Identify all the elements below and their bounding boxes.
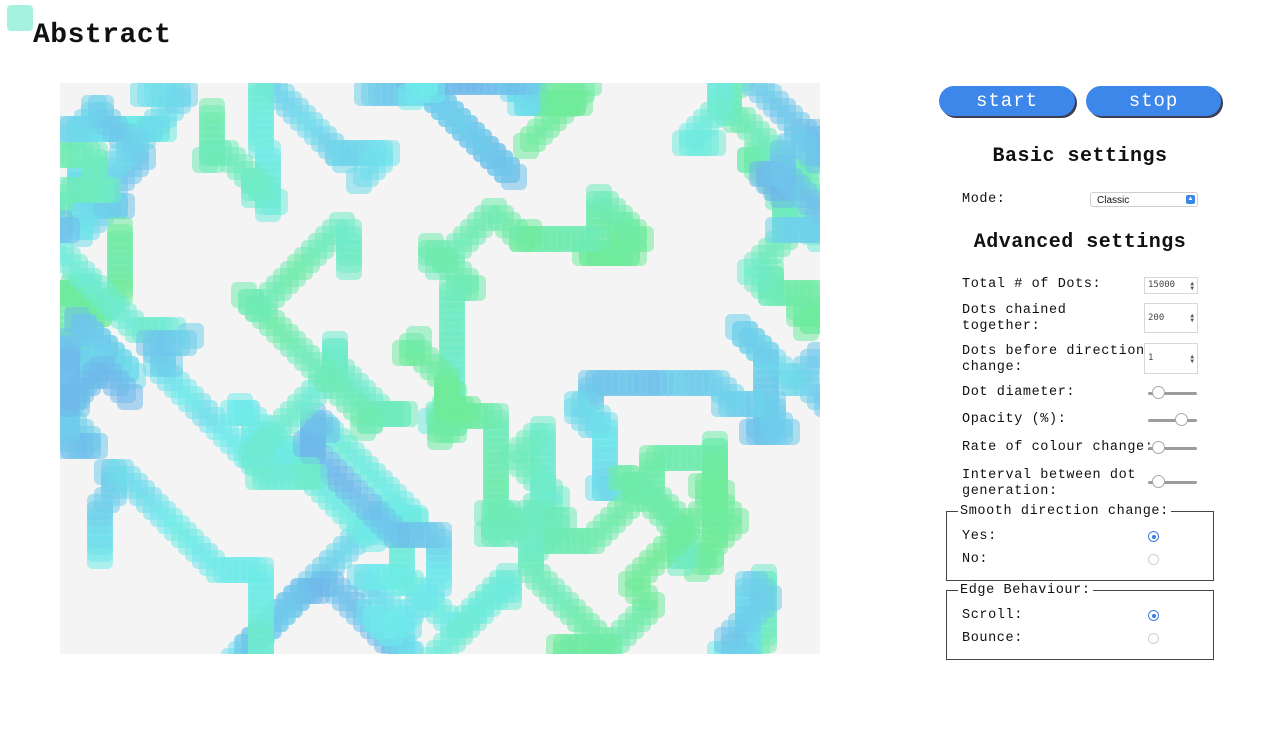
interval-slider[interactable] [1148,475,1197,488]
logo-icon [7,5,33,31]
spinner-icon[interactable]: ▲ ▼ [1190,353,1194,364]
interval-label-line1: Interval between dot [962,468,1137,483]
chained-label: Dots chained together: [962,303,1066,334]
slider-thumb[interactable] [1175,413,1188,426]
slider-thumb[interactable] [1152,386,1166,399]
spinner-icon[interactable]: ▲ ▼ [1190,280,1194,291]
smooth-no-label: No: [962,552,989,567]
stop-button[interactable]: stop [1086,86,1221,116]
diameter-slider[interactable] [1148,386,1197,399]
colour-rate-label: Rate of colour change: [962,440,1154,455]
direction-input[interactable]: 1 ▲ ▼ [1144,343,1198,374]
chained-value: 200 [1148,313,1165,323]
direction-label-line2: change: [962,359,1023,375]
edge-scroll-radio[interactable] [1148,610,1159,621]
direction-label-line1: Dots before direction [962,344,1145,359]
edge-scroll-label: Scroll: [962,608,1023,623]
diameter-label: Dot diameter: [962,385,1076,400]
slider-thumb[interactable] [1152,441,1166,454]
colour-rate-slider[interactable] [1148,441,1197,454]
edge-bounce-label: Bounce: [962,631,1023,646]
smooth-no-radio[interactable] [1148,554,1159,565]
interval-label: Interval between dot generation: [962,468,1136,499]
direction-value: 1 [1148,353,1154,363]
basic-settings-heading: Basic settings [992,145,1168,168]
interval-label-line2: generation: [962,483,1058,499]
opacity-label: Opacity (%): [962,412,1067,427]
smooth-yes-label: Yes: [962,529,997,544]
start-button[interactable]: start [939,86,1075,116]
smooth-direction-legend: Smooth direction change: [960,504,1169,519]
total-dots-value: 15000 [1148,280,1176,290]
drawing-canvas[interactable] [60,83,820,654]
mode-select-value: Classic [1097,195,1130,206]
advanced-settings-heading: Advanced settings [973,231,1187,254]
mode-label: Mode: [962,192,1006,207]
dots-artwork [60,83,820,654]
mode-select[interactable]: Classic ▲ [1090,192,1198,207]
page-title: Abstract [33,20,172,51]
edge-behaviour-legend: Edge Behaviour: [960,583,1091,598]
chained-label-line2: together: [962,318,1041,334]
chained-label-line1: Dots chained [962,303,1067,318]
total-dots-input[interactable]: 15000 ▲ ▼ [1144,277,1198,294]
direction-label: Dots before direction change: [962,344,1145,375]
spinner-icon[interactable]: ▲ ▼ [1190,313,1194,324]
total-dots-label: Total # of Dots: [962,277,1102,292]
edge-bounce-radio[interactable] [1148,633,1159,644]
slider-thumb[interactable] [1152,475,1166,488]
chained-input[interactable]: 200 ▲ ▼ [1144,303,1198,333]
select-arrows-icon: ▲ [1186,195,1195,204]
opacity-slider[interactable] [1148,413,1197,426]
smooth-yes-radio[interactable] [1148,531,1159,542]
